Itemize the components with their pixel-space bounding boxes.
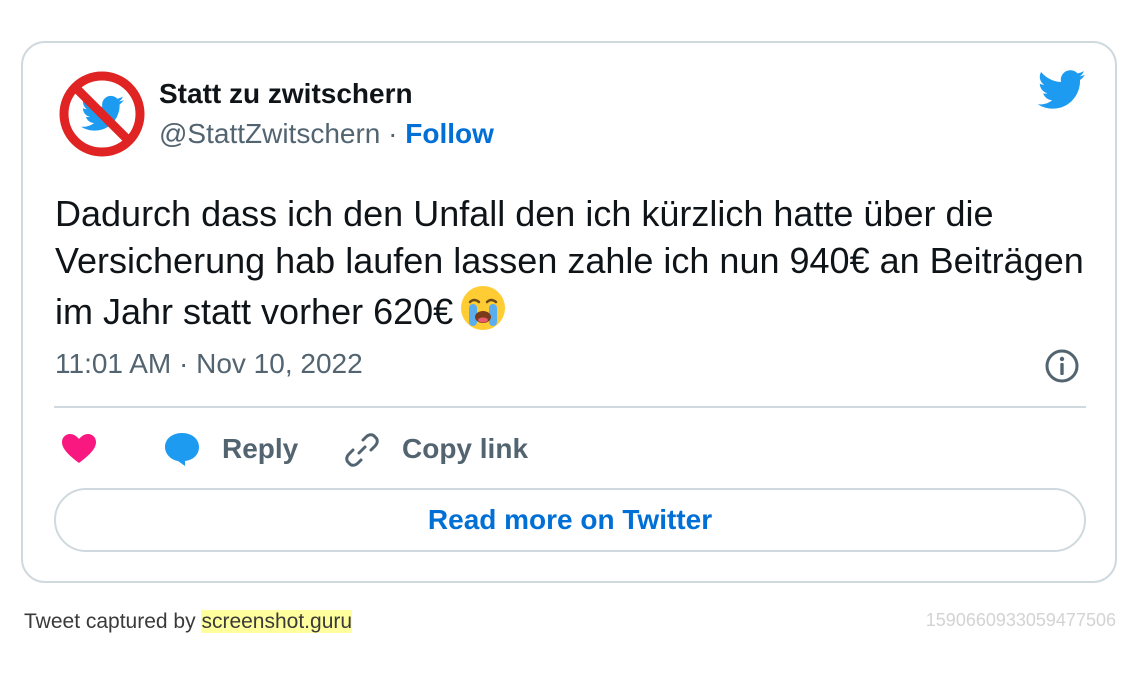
separator-dot: · bbox=[388, 118, 398, 149]
copy-link-button[interactable]: Copy link bbox=[402, 433, 528, 465]
twitter-bird-icon[interactable] bbox=[1038, 70, 1086, 110]
action-bar: Reply Copy link bbox=[55, 425, 1085, 473]
captured-by-text: Tweet captured by bbox=[24, 610, 196, 633]
author-handle-row: @StattZwitschern · Follow bbox=[159, 118, 494, 150]
read-more-button[interactable]: Read more on Twitter bbox=[54, 488, 1086, 552]
tweet-body: Dadurch dass ich den Unfall den ich kürz… bbox=[55, 193, 1084, 332]
author-name[interactable]: Statt zu zwitschern bbox=[159, 78, 413, 110]
screenshot-guru-link[interactable]: screenshot.guru bbox=[201, 610, 353, 633]
info-icon[interactable] bbox=[1044, 348, 1080, 384]
loudly-crying-face-icon bbox=[461, 286, 506, 330]
reply-icon[interactable] bbox=[163, 431, 201, 467]
heart-icon[interactable] bbox=[61, 433, 97, 465]
follow-link[interactable]: Follow bbox=[405, 118, 494, 149]
footer-caption: Tweet captured by screenshot.guru bbox=[24, 610, 353, 634]
reply-button[interactable]: Reply bbox=[222, 433, 298, 465]
tweet-timestamp[interactable]: 11:01 AM · Nov 10, 2022 bbox=[55, 348, 363, 380]
tweet-id: 1590660933059477506 bbox=[925, 610, 1116, 630]
tweet-text: Dadurch dass ich den Unfall den ich kürz… bbox=[55, 190, 1095, 335]
author-handle[interactable]: @StattZwitschern bbox=[159, 118, 380, 149]
divider bbox=[54, 406, 1086, 408]
avatar-crossed-out-bird-icon[interactable] bbox=[58, 70, 146, 158]
copy-link-icon[interactable] bbox=[343, 431, 381, 469]
